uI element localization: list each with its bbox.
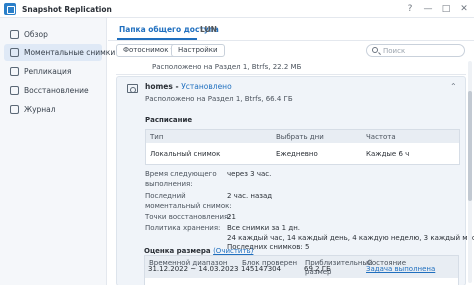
table-cell: 145147304: [241, 265, 282, 273]
sidebar-item-overview[interactable]: Обзор: [4, 26, 102, 43]
table-cell: 69.2 ГБ: [304, 265, 331, 273]
scrollbar[interactable]: [468, 61, 472, 283]
log-icon: [10, 105, 19, 114]
main-panel: Папка общего доступа LUN Фотоснимок ▾ На…: [108, 18, 474, 285]
collapse-chevron-icon[interactable]: ⌃: [450, 82, 457, 91]
sidebar-item-recovery[interactable]: Восстановление: [4, 82, 102, 99]
last-snapshot-label: Последний моментальный снимок:: [145, 192, 232, 210]
table-cell: Ежедневно: [276, 150, 318, 158]
shared-folder-list: Расположено на Раздел 1, Btrfs, 22.2 МБ …: [116, 61, 474, 285]
sidebar-item-snapshots[interactable]: Моментальные снимки: [4, 44, 115, 61]
maximize-button[interactable]: □: [440, 3, 452, 15]
title-separator: -: [172, 82, 182, 91]
restore-points-label: Точки восстановления:: [145, 213, 231, 221]
sidebar-item-label: Моментальные снимки: [24, 48, 116, 57]
table-cell: Каждые 6 ч: [366, 150, 410, 158]
folder-status: Установлено: [181, 82, 232, 91]
next-run-label: Время следующего выполнения:: [145, 170, 217, 188]
snapshot-icon: [10, 48, 19, 57]
restore-points-value: 21: [227, 213, 236, 221]
close-button[interactable]: ✕: [458, 3, 470, 15]
sidebar-item-label: Репликация: [24, 67, 72, 76]
sidebar: Обзор Моментальные снимки Репликация Вос…: [0, 18, 115, 285]
table-header: Тип Выбрать дни Частота: [146, 130, 459, 143]
schedule-title: Расписание: [145, 116, 193, 124]
app-title: Snapshot Replication: [22, 5, 112, 14]
size-estimate-title: Оценка размера (Очистить): [144, 247, 254, 255]
app-logo-icon: [4, 3, 16, 15]
folder-title: homes - Установлено: [145, 82, 232, 91]
next-run-value: через 3 час.: [227, 170, 272, 178]
list-item[interactable]: Расположено на Раздел 1, Btrfs, 22.2 МБ: [116, 61, 466, 75]
table-cell: 31.12.2022 ~ 14.03.2023: [148, 265, 239, 273]
help-button[interactable]: ?: [404, 3, 416, 15]
search-input[interactable]: Поиск: [366, 44, 465, 57]
table-cell: Локальный снимок: [150, 150, 221, 158]
recovery-icon: [10, 86, 19, 95]
scroll-thumb[interactable]: [468, 91, 472, 201]
sidebar-item-label: Обзор: [24, 30, 48, 39]
title-bar: Snapshot Replication ? — □ ✕: [0, 0, 474, 18]
settings-button[interactable]: Настройки: [171, 44, 225, 57]
minimize-button[interactable]: —: [422, 3, 434, 15]
retention-value: Все снимки за 1 дн. 24 каждый час, 14 ка…: [227, 224, 474, 251]
sidebar-item-log[interactable]: Журнал: [4, 101, 102, 118]
sidebar-item-replication[interactable]: Репликация: [4, 63, 102, 80]
clear-link[interactable]: (Очистить): [213, 247, 253, 255]
search-placeholder: Поиск: [383, 47, 406, 55]
replication-icon: [10, 67, 19, 76]
tab-divider: [108, 40, 474, 41]
folder-location: Расположено на Раздел 1, Btrfs, 22.2 МБ: [152, 63, 302, 71]
sidebar-item-label: Восстановление: [24, 86, 89, 95]
overview-icon: [10, 30, 19, 39]
column-header: Тип: [150, 133, 164, 141]
shared-folder-icon: [127, 84, 138, 93]
search-icon: [372, 47, 378, 53]
sidebar-item-label: Журнал: [24, 105, 56, 114]
column-header: Выбрать дни: [276, 133, 324, 141]
tab-lun[interactable]: LUN: [200, 25, 217, 34]
folder-location: Расположено на Раздел 1, Btrfs, 66.4 ГБ: [145, 95, 293, 103]
retention-label: Политика хранения:: [145, 224, 221, 232]
last-snapshot-value: 2 час. назад: [227, 192, 273, 200]
column-header: Частота: [366, 133, 396, 141]
folder-name: homes: [145, 82, 173, 91]
task-status-link[interactable]: Задача выполнена: [366, 265, 435, 273]
schedule-table: Тип Выбрать дни Частота Локальный снимок…: [145, 129, 460, 165]
